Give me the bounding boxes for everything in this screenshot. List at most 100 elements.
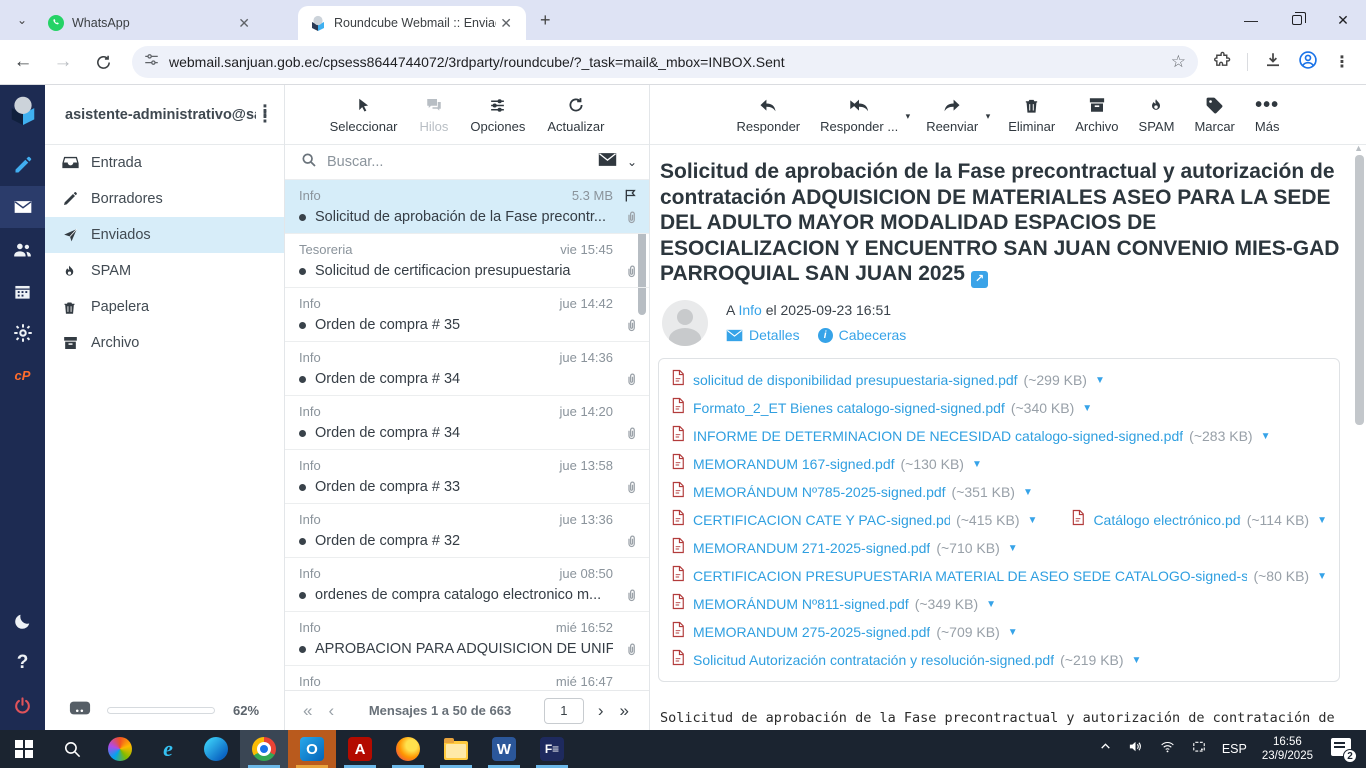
close-tab-icon[interactable]: ✕ — [496, 15, 516, 32]
url-text[interactable]: webmail.sanjuan.gob.ec/cpsess8644744072/… — [169, 54, 1171, 70]
message-list-item[interactable]: Infomié 16:52 APROBACION PARA ADQUISICIO… — [285, 612, 649, 666]
attachment-item[interactable]: CERTIFICACION CATE Y PAC-signed.pdf (~41… — [671, 509, 1037, 531]
attachment-menu-caret-icon[interactable]: ▼ — [1261, 431, 1271, 442]
recipient-link[interactable]: Info — [738, 302, 761, 318]
contacts-nav-button[interactable] — [0, 228, 45, 270]
attachment-name[interactable]: MEMORANDUM 271-2025-signed.pdf — [693, 540, 930, 556]
start-button[interactable] — [0, 730, 48, 768]
tab-whatsapp[interactable]: WhatsApp ✕ — [36, 6, 264, 40]
refresh-button[interactable]: Actualizar — [547, 94, 604, 134]
attachment-menu-caret-icon[interactable]: ▼ — [1008, 543, 1018, 554]
dark-mode-icon[interactable] — [0, 600, 45, 642]
attachment-menu-caret-icon[interactable]: ▼ — [972, 459, 982, 470]
message-list-item[interactable]: Infojue 14:20 Orden de compra # 34 — [285, 396, 649, 450]
last-page-icon[interactable]: » — [612, 701, 637, 721]
outlook-icon[interactable]: O — [288, 730, 336, 768]
more-button[interactable]: ••• Más — [1255, 94, 1280, 134]
attachment-item[interactable]: MEMORANDUM 271-2025-signed.pdf (~710 KB)… — [671, 537, 1018, 559]
attachment-item[interactable]: Formato_2_ET Bienes catalogo-signed-sign… — [671, 397, 1092, 419]
folder-item-entrada[interactable]: Entrada — [45, 145, 284, 181]
folder-item-enviados[interactable]: Enviados — [45, 217, 284, 253]
folder-item-spam[interactable]: SPAM — [45, 253, 284, 289]
attachment-name[interactable]: Formato_2_ET Bienes catalogo-signed-sign… — [693, 400, 1005, 416]
forward-menu-caret-icon[interactable]: ▾ — [986, 111, 991, 122]
delete-button[interactable]: Eliminar — [1008, 94, 1055, 134]
copilot-icon[interactable] — [96, 730, 144, 768]
internet-explorer-icon[interactable]: e — [144, 730, 192, 768]
message-list-item[interactable]: Infojue 13:58 Orden de compra # 33 — [285, 450, 649, 504]
snip-icon[interactable] — [1191, 740, 1207, 759]
mail-nav-button[interactable] — [0, 186, 45, 228]
restore-button[interactable] — [1274, 0, 1320, 40]
select-button[interactable]: Seleccionar — [330, 94, 398, 134]
attachment-menu-caret-icon[interactable]: ▼ — [1023, 487, 1033, 498]
reader-scroll-up-icon[interactable]: ▲ — [1354, 143, 1363, 153]
back-button[interactable]: ← — [6, 45, 40, 79]
language-indicator[interactable]: ESP — [1222, 742, 1247, 756]
extensions-icon[interactable] — [1214, 51, 1231, 73]
attachment-item[interactable]: solicitud de disponibilidad presupuestar… — [671, 369, 1105, 391]
attachment-item[interactable]: CERTIFICACION PRESUPUESTARIA MATERIAL DE… — [671, 565, 1327, 587]
threads-button[interactable]: Hilos — [420, 94, 449, 134]
address-bar[interactable]: webmail.sanjuan.gob.ec/cpsess8644744072/… — [132, 46, 1198, 78]
attachment-name[interactable]: Solicitud Autorización contratación y re… — [693, 652, 1054, 668]
browser-menu-icon[interactable]: ⋮ — [1334, 52, 1350, 72]
message-list-item[interactable]: Infomié 16:47 — [285, 666, 649, 689]
open-in-new-window-icon[interactable]: ↗ — [971, 271, 988, 288]
chrome-icon[interactable] — [240, 730, 288, 768]
site-settings-icon[interactable] — [144, 52, 159, 72]
search-input[interactable] — [327, 154, 598, 170]
close-window-button[interactable]: ✕ — [1320, 0, 1366, 40]
forward-button[interactable]: → — [46, 45, 80, 79]
acrobat-icon[interactable]: A — [336, 730, 384, 768]
file-explorer-icon[interactable] — [432, 730, 480, 768]
reply-menu-caret-icon[interactable]: ▾ — [906, 111, 911, 122]
message-list-item[interactable]: Infojue 14:36 Orden de compra # 34 — [285, 342, 649, 396]
pinned-app-icon[interactable]: F≡ — [528, 730, 576, 768]
message-list-item[interactable]: Info5.3 MB Solicitud de aprobación de la… — [285, 180, 649, 234]
attachment-menu-caret-icon[interactable]: ▼ — [1317, 515, 1327, 526]
attachment-menu-caret-icon[interactable]: ▼ — [1082, 403, 1092, 414]
mark-button[interactable]: Marcar — [1194, 94, 1234, 134]
settings-nav-button[interactable] — [0, 312, 45, 354]
attachment-name[interactable]: Catálogo electrónico.pdf — [1093, 512, 1240, 528]
volume-icon[interactable] — [1127, 739, 1144, 759]
prev-page-icon[interactable]: ‹ — [320, 701, 342, 721]
attachment-name[interactable]: CERTIFICACION CATE Y PAC-signed.pdf — [693, 512, 950, 528]
attachment-menu-caret-icon[interactable]: ▼ — [986, 599, 996, 610]
first-page-icon[interactable]: « — [295, 701, 320, 721]
page-number-input[interactable] — [544, 698, 584, 724]
attachment-item[interactable]: Catálogo electrónico.pdf (~114 KB) ▼ — [1071, 509, 1327, 531]
attachment-menu-caret-icon[interactable]: ▼ — [1008, 627, 1018, 638]
attachment-name[interactable]: MEMORANDUM 167-signed.pdf — [693, 456, 895, 472]
minimize-button[interactable]: — — [1228, 0, 1274, 40]
new-tab-button[interactable]: + — [540, 10, 551, 31]
attachment-name[interactable]: MEMORANDUM 275-2025-signed.pdf — [693, 624, 930, 640]
reply-all-button[interactable]: Responder ... ▾ — [820, 94, 898, 134]
spam-button[interactable]: SPAM — [1139, 94, 1175, 134]
firefox-icon[interactable] — [384, 730, 432, 768]
message-list-item[interactable]: Infojue 13:36 Orden de compra # 32 — [285, 504, 649, 558]
attachment-item[interactable]: INFORME DE DETERMINACION DE NECESIDAD ca… — [671, 425, 1271, 447]
flag-icon[interactable] — [623, 187, 639, 209]
search-scope-mail-icon[interactable] — [598, 152, 617, 172]
folder-item-papelera[interactable]: Papelera — [45, 289, 284, 325]
next-page-icon[interactable]: › — [590, 701, 612, 721]
forward-button[interactable]: Reenviar ▾ — [926, 94, 978, 134]
wifi-icon[interactable] — [1159, 740, 1176, 759]
attachment-menu-caret-icon[interactable]: ▼ — [1028, 515, 1038, 526]
reader-scrollbar[interactable] — [1355, 155, 1364, 425]
bookmark-star-icon[interactable]: ☆ — [1171, 52, 1186, 72]
archive-button[interactable]: Archivo — [1075, 94, 1118, 134]
attachment-name[interactable]: MEMORÁNDUM Nº785-2025-signed.pdf — [693, 484, 946, 500]
message-list-item[interactable]: Infojue 08:50 ordenes de compra catalogo… — [285, 558, 649, 612]
folder-item-borradores[interactable]: Borradores — [45, 181, 284, 217]
attachment-name[interactable]: INFORME DE DETERMINACION DE NECESIDAD ca… — [693, 428, 1183, 444]
clock[interactable]: 16:5623/9/2025 — [1262, 735, 1313, 763]
attachment-menu-caret-icon[interactable]: ▼ — [1095, 375, 1105, 386]
tab-search-chevron-icon[interactable]: ⌄ — [8, 6, 36, 34]
headers-link[interactable]: i Cabeceras — [818, 327, 907, 343]
attachment-item[interactable]: MEMORÁNDUM Nº811-signed.pdf (~349 KB) ▼ — [671, 593, 996, 615]
word-icon[interactable]: W — [480, 730, 528, 768]
attachment-name[interactable]: MEMORÁNDUM Nº811-signed.pdf — [693, 596, 909, 612]
